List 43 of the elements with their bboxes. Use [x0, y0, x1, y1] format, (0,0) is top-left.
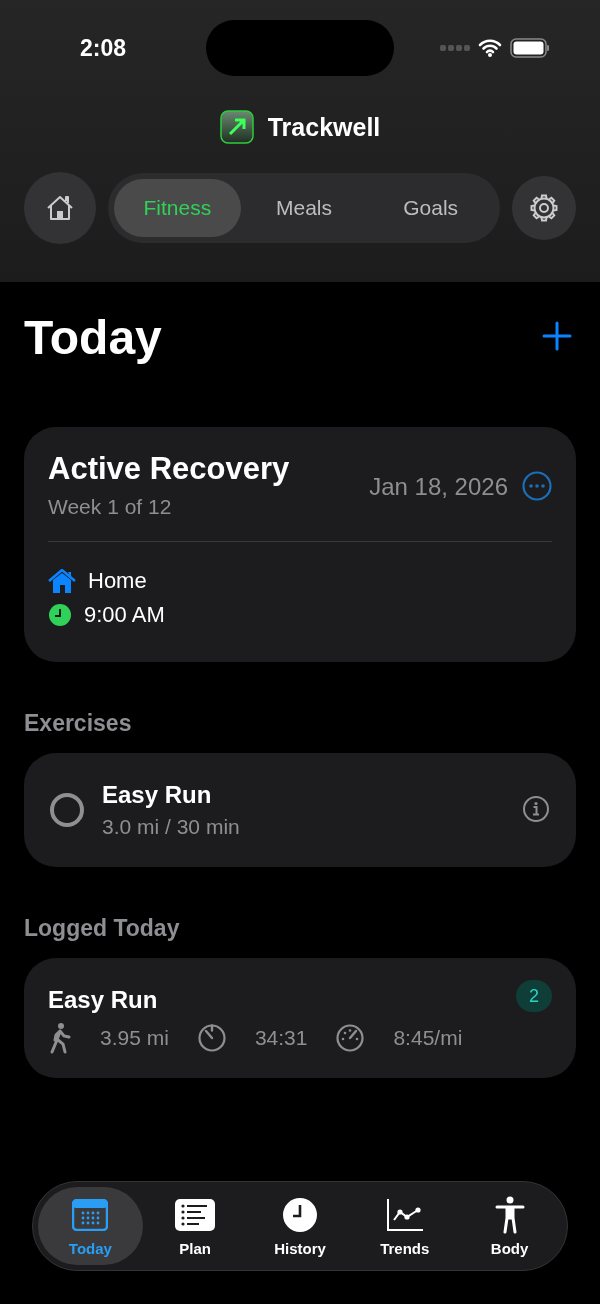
home-icon: [48, 569, 76, 593]
stat-value: 3.95 mi: [100, 1026, 169, 1050]
page-title: Today: [24, 310, 162, 365]
wifi-icon: [478, 39, 502, 57]
completion-checkbox[interactable]: [50, 793, 84, 827]
calendar-icon: [72, 1198, 109, 1231]
settings-icon: [529, 193, 559, 223]
tab-bar-item[interactable]: Trends: [352, 1187, 458, 1265]
segment-tab[interactable]: Meals: [240, 179, 368, 237]
speedometer-icon: [335, 1023, 366, 1053]
section-heading: Logged Today: [24, 915, 181, 942]
list-icon: [175, 1198, 216, 1231]
exercise-detail: 3.0 mi / 30 min: [102, 815, 240, 839]
exercise-name: Easy Run: [102, 781, 213, 809]
tab-bar-item[interactable]: Body: [457, 1187, 562, 1265]
app-name: Trackwell: [267, 112, 381, 142]
segment-tab[interactable]: Goals: [367, 179, 494, 237]
battery-icon: [510, 38, 550, 58]
tab-bar-item[interactable]: Today: [38, 1187, 143, 1265]
workout-title: Active Recovery: [48, 451, 290, 487]
signal-icon: [440, 44, 470, 52]
tab-bar-item[interactable]: History: [247, 1187, 353, 1265]
logged-workout-name: Easy Run: [48, 986, 158, 1014]
segment-tab[interactable]: Fitness: [114, 179, 241, 237]
walking-figure-icon: [48, 1022, 72, 1054]
standing-figure-icon: [493, 1195, 526, 1234]
time-text: 9:00 AM: [84, 602, 165, 628]
workout-subtitle: Week 1 of 12: [48, 495, 173, 519]
line-chart-icon: [385, 1197, 424, 1232]
clock-icon: [282, 1196, 318, 1233]
more-button[interactable]: [522, 471, 552, 504]
stat-value: 34:31: [254, 1026, 308, 1050]
home-icon: [45, 193, 75, 223]
tab-bar-item[interactable]: Plan: [142, 1187, 248, 1265]
timer-icon: [196, 1023, 227, 1053]
status-time: 2:08: [80, 34, 128, 62]
clock-icon: [48, 603, 72, 627]
workout-date: Jan 18, 2026: [369, 473, 508, 501]
stat-value: 8:45/mi: [393, 1026, 463, 1050]
section-heading: Exercises: [24, 710, 133, 737]
location-text: Home: [88, 568, 147, 594]
app-logo-icon: [219, 110, 254, 144]
count-badge: 2: [516, 980, 552, 1012]
